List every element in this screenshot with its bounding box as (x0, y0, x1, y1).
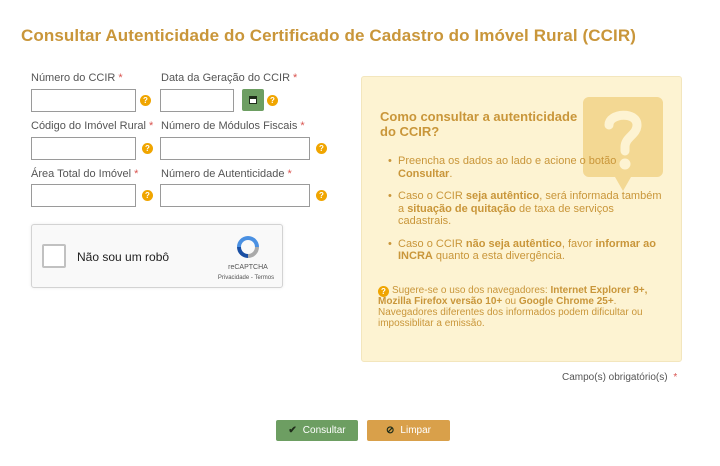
required-marker: * (287, 168, 292, 180)
modulos-fiscais-label: Número de Módulos Fiscais * (161, 120, 305, 132)
calendar-icon (248, 95, 257, 104)
page-title: Consultar Autenticidade do Certificado d… (21, 26, 636, 45)
recaptcha-links[interactable]: Privacidade - Termos (210, 275, 282, 281)
autenticidade-input[interactable] (160, 184, 310, 207)
area-total-input[interactable] (31, 184, 136, 207)
required-marker: * (134, 168, 139, 180)
codigo-imovel-input[interactable] (31, 137, 136, 160)
info-title: Como consultar a autenticidade do CCIR? (380, 109, 578, 139)
required-marker: * (673, 372, 678, 383)
data-geracao-input[interactable] (160, 89, 234, 112)
autenticidade-label: Número de Autenticidade * (161, 168, 292, 180)
recaptcha-label: Não sou um robô (77, 250, 170, 264)
required-note: Campo(s) obrigatório(s) * (562, 372, 678, 383)
limpar-button[interactable]: ⊘ Limpar (367, 420, 450, 441)
help-icon[interactable]: ? (316, 143, 327, 154)
required-marker: * (118, 72, 123, 84)
area-total-label: Área Total do Imóvel * (31, 168, 139, 180)
help-icon[interactable]: ? (267, 95, 278, 106)
info-item: Caso o CCIR seja autêntico, será informa… (388, 190, 670, 228)
help-icon[interactable]: ? (142, 190, 153, 201)
consultar-button[interactable]: ✔ Consultar (276, 420, 358, 441)
info-icon: ? (378, 286, 389, 297)
help-icon[interactable]: ? (140, 95, 151, 106)
recaptcha-brand: reCAPTCHA (228, 264, 268, 271)
recaptcha-checkbox[interactable] (42, 244, 66, 268)
help-icon[interactable]: ? (316, 190, 327, 201)
check-icon: ✔ (288, 425, 297, 436)
info-item: Caso o CCIR não seja autêntico, favor in… (388, 238, 670, 263)
info-item: Preencha os dados ao lado e acione o bot… (388, 155, 670, 180)
required-marker: * (293, 72, 298, 84)
required-marker: * (148, 120, 154, 132)
calendar-button[interactable] (242, 89, 264, 111)
recaptcha-widget: Não sou um robô reCAPTCHA Privacidade - … (31, 224, 283, 288)
info-list: Preencha os dados ao lado e acione o bot… (388, 155, 670, 273)
required-marker: * (300, 120, 305, 132)
help-icon[interactable]: ? (142, 143, 153, 154)
numero-ccir-label: Número do CCIR * (31, 72, 123, 84)
data-geracao-label: Data da Geração do CCIR * (161, 72, 298, 84)
modulos-fiscais-input[interactable] (160, 137, 310, 160)
ban-icon: ⊘ (386, 425, 395, 436)
codigo-imovel-label: Código do Imóvel Rural * (31, 120, 154, 132)
numero-ccir-input[interactable] (31, 89, 136, 112)
recaptcha-logo-icon (237, 236, 259, 258)
browser-note: ? Sugere-se o uso dos navegadores: Intern… (378, 285, 648, 329)
info-box: Como consultar a autenticidade do CCIR? … (361, 76, 682, 362)
